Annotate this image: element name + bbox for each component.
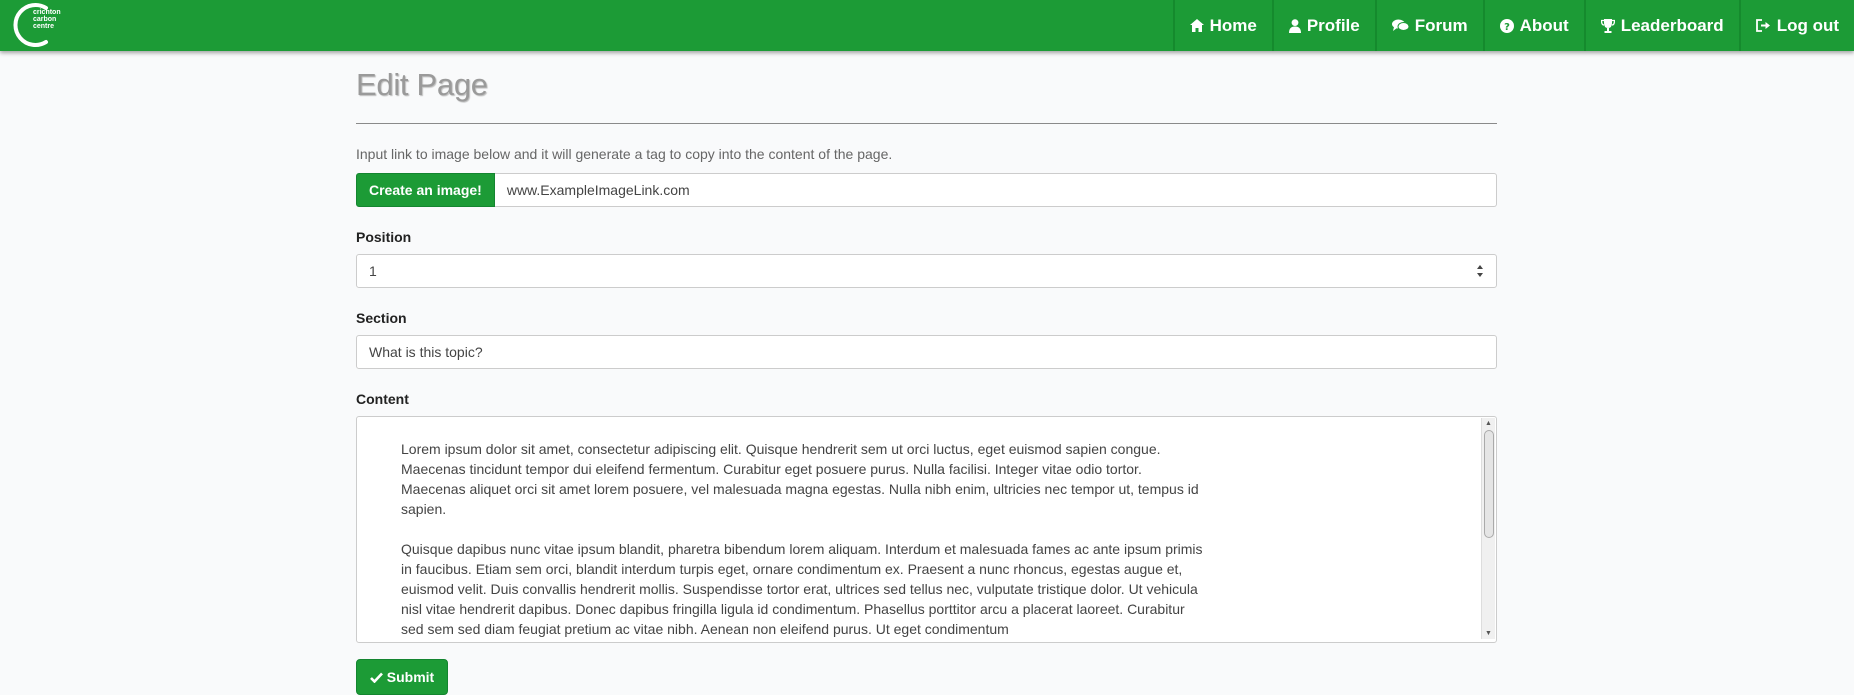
comments-icon xyxy=(1391,19,1409,32)
check-icon xyxy=(369,672,383,683)
image-link-hint: Input link to image below and it will ge… xyxy=(356,146,893,162)
nav-item-home[interactable]: Home xyxy=(1172,0,1272,51)
logo-line-carbon: carbon xyxy=(33,16,57,23)
content-textarea[interactable]: Lorem ipsum dolor sit amet, consectetur … xyxy=(356,416,1497,643)
logo-line-crichton: crichton xyxy=(33,9,61,16)
position-selected-value: 1 xyxy=(369,263,377,279)
user-icon xyxy=(1288,18,1301,33)
nav-item-label: Log out xyxy=(1776,15,1839,35)
title-divider xyxy=(356,123,1497,124)
scroll-up-icon[interactable]: ▲ xyxy=(1484,419,1493,428)
submit-label: Submit xyxy=(386,669,435,685)
section-input[interactable]: What is this topic? xyxy=(356,335,1497,369)
trophy-icon xyxy=(1600,18,1615,33)
scrollbar-thumb[interactable] xyxy=(1484,430,1494,538)
content-paragraph: Lorem ipsum dolor sit amet, consectetur … xyxy=(401,441,1199,517)
content-scrollbar[interactable]: ▲ ▼ xyxy=(1481,418,1495,639)
edit-page-form: Edit Page Input link to image below and … xyxy=(356,51,1497,695)
nav-item-logout[interactable]: Log out xyxy=(1738,0,1854,51)
nav-item-about[interactable]: ? About xyxy=(1482,0,1584,51)
select-arrows-icon xyxy=(1476,264,1484,281)
submit-button[interactable]: Submit xyxy=(356,659,448,695)
content-label: Content xyxy=(356,391,409,407)
image-link-input[interactable]: www.ExampleImageLink.com xyxy=(494,173,1497,207)
page-title: Edit Page xyxy=(356,67,488,102)
nav-item-label: Forum xyxy=(1414,15,1468,35)
nav-item-leaderboard[interactable]: Leaderboard xyxy=(1583,0,1739,51)
content-text: Lorem ipsum dolor sit amet, consectetur … xyxy=(401,439,1207,642)
nav-menu: Home Profile Forum ? About Leaderboard L… xyxy=(1172,0,1854,51)
home-icon xyxy=(1189,19,1204,32)
create-image-button[interactable]: Create an image! xyxy=(356,173,495,207)
position-select[interactable]: 1 xyxy=(356,254,1497,288)
sign-out-icon xyxy=(1755,19,1771,32)
top-navbar: crichton carbon centre Home Profile Foru… xyxy=(0,0,1854,51)
section-label: Section xyxy=(356,310,407,326)
nav-item-profile[interactable]: Profile xyxy=(1271,0,1375,51)
nav-item-label: Profile xyxy=(1306,15,1360,35)
content-paragraph: Quisque dapibus nunc vitae ipsum blandit… xyxy=(401,541,1203,637)
logo-line-centre: centre xyxy=(33,23,55,30)
nav-item-forum[interactable]: Forum xyxy=(1374,0,1483,51)
scroll-down-icon[interactable]: ▼ xyxy=(1484,629,1493,638)
crichton-carbon-centre-logo[interactable]: crichton carbon centre xyxy=(10,2,61,48)
logo-text: crichton carbon centre xyxy=(33,9,61,30)
nav-item-label: Home xyxy=(1209,15,1257,35)
question-circle-icon: ? xyxy=(1499,18,1514,33)
svg-text:?: ? xyxy=(1504,22,1510,33)
nav-item-label: About xyxy=(1519,15,1569,35)
nav-item-label: Leaderboard xyxy=(1620,15,1724,35)
position-label: Position xyxy=(356,229,412,245)
image-link-input-group: Create an image! www.ExampleImageLink.co… xyxy=(356,173,1497,207)
